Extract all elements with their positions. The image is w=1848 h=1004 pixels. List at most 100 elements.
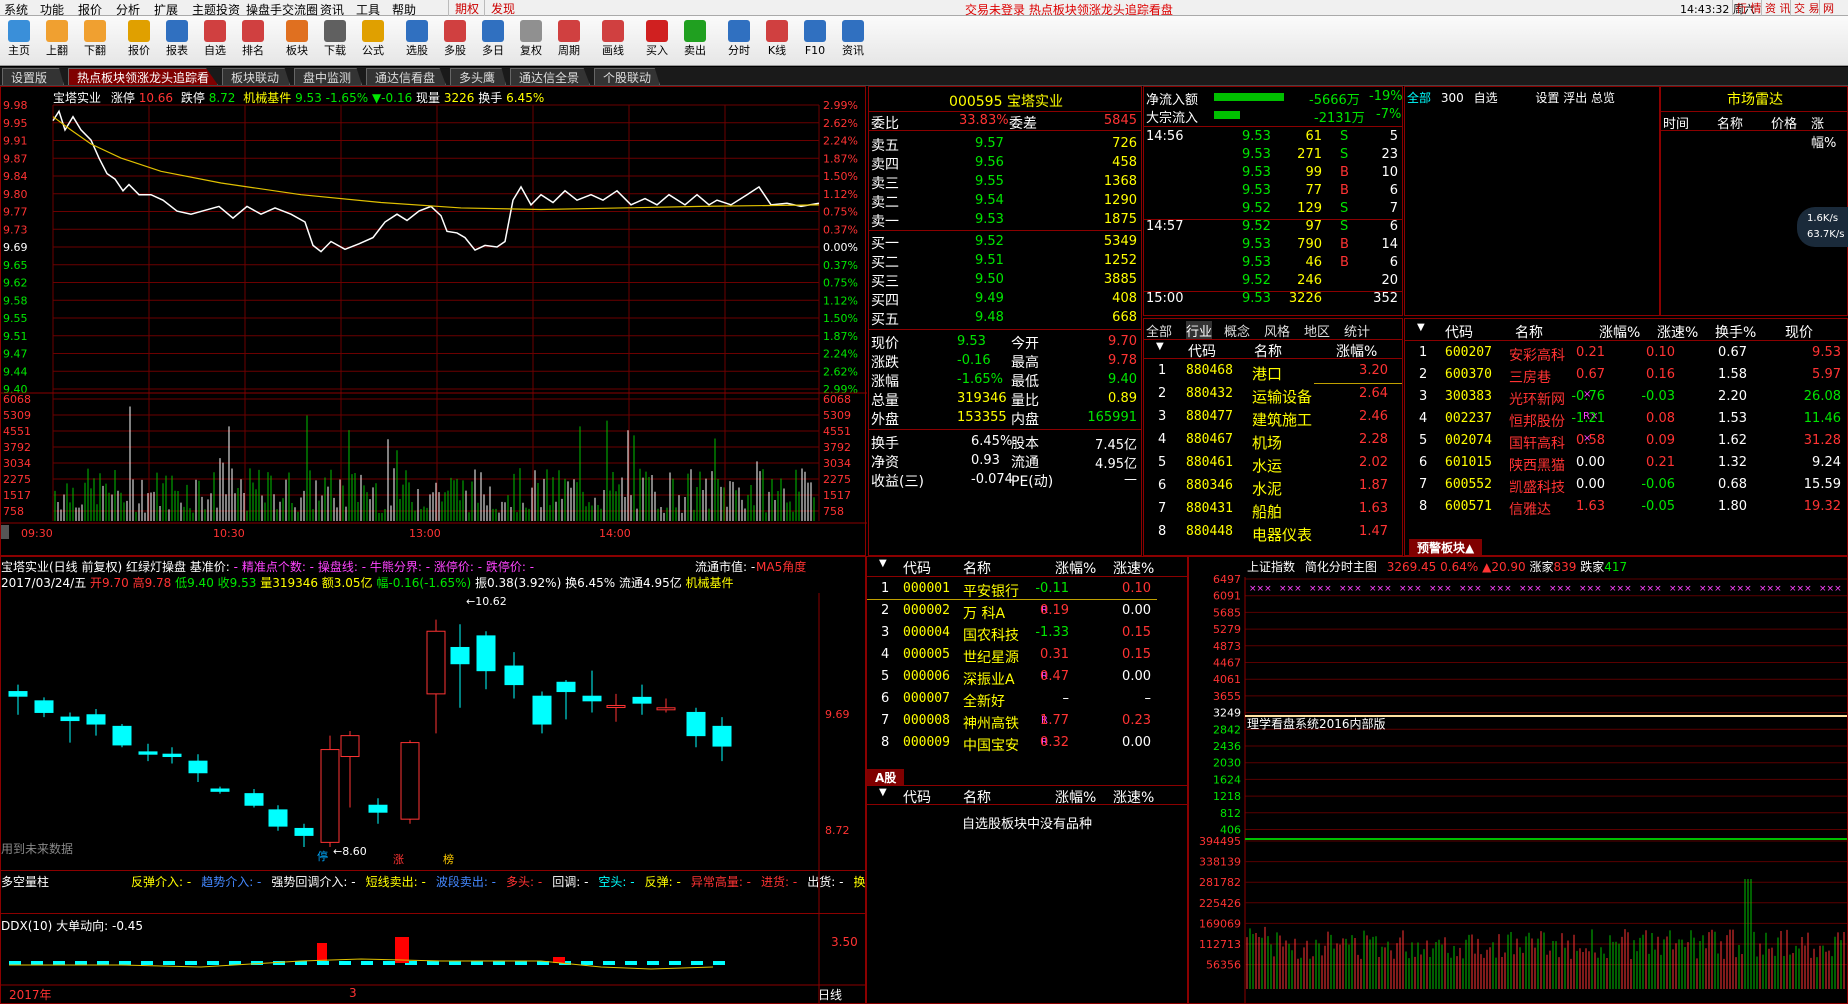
- sector-row[interactable]: 3 880477 建筑施工 2.46: [1144, 409, 1402, 429]
- toolbar-button-4[interactable]: 报表: [158, 18, 196, 64]
- index-chart[interactable]: 6497 6091 5685 5279 4873 4467 4061 3655 3249 2842…: [1189, 557, 1848, 1004]
- ask-row[interactable]: 卖五 9.57 726: [871, 135, 1139, 154]
- toolbar-button-20[interactable]: F10: [796, 18, 834, 64]
- toolbar-button-6[interactable]: 排名: [234, 18, 272, 64]
- sector-tab-4[interactable]: 地区: [1304, 321, 1330, 340]
- toolbar-button-1[interactable]: 上翻: [38, 18, 76, 64]
- mid-col-0[interactable]: 代码: [903, 558, 931, 578]
- sector-row[interactable]: 7 880431 船舶 1.63: [1144, 501, 1402, 521]
- toolbar-button-15[interactable]: 画线: [594, 18, 632, 64]
- leader-row[interactable]: 8 600571 信雅达 1.63 -0.05 1.80 19.32: [1405, 499, 1847, 518]
- mid-col-3[interactable]: 涨速%: [1113, 787, 1154, 807]
- watch-tab-300[interactable]: 300: [1441, 91, 1464, 105]
- toolbar-button-7[interactable]: 板块: [278, 18, 316, 64]
- toolbar-button-10[interactable]: 选股: [398, 18, 436, 64]
- layout-tab-2[interactable]: 板块联动: [222, 68, 290, 85]
- toolbar-button-18[interactable]: 分时: [720, 18, 758, 64]
- layout-tab-4[interactable]: 通达信看盘: [366, 68, 446, 85]
- dropdown-icon[interactable]: ▼: [1156, 341, 1164, 352]
- toolbar-button-12[interactable]: 多日: [474, 18, 512, 64]
- toolbar-button-0[interactable]: 主页: [0, 18, 38, 64]
- warn-tab[interactable]: 预警板块▲: [1409, 539, 1483, 555]
- toolbar-button-2[interactable]: 下翻: [76, 18, 114, 64]
- stock-row[interactable]: 8 000009 中国宝安 R 0.32 0.00: [867, 735, 1187, 754]
- toolbar-button-14[interactable]: 周期: [550, 18, 588, 64]
- sector-row[interactable]: 4 880467 机场 2.28: [1144, 432, 1402, 452]
- leader-row[interactable]: 5 002074 国轩高科 × 0.58 0.09 1.62 31.28: [1405, 433, 1847, 452]
- bid-row[interactable]: 买二 9.51 1252: [871, 252, 1139, 271]
- stock-row[interactable]: 5 000006 深振业A R 0.47 0.00: [867, 669, 1187, 688]
- a-share-tab[interactable]: A股: [867, 769, 905, 785]
- toolbar-button-9[interactable]: 公式: [354, 18, 392, 64]
- toolbar-button-5[interactable]: 自选: [196, 18, 234, 64]
- layout-tab-0[interactable]: 设置版面: [2, 68, 64, 85]
- sector-row[interactable]: 6 880346 水泥 1.87: [1144, 478, 1402, 498]
- toolbar-button-3[interactable]: 报价: [120, 18, 158, 64]
- mid-col-1[interactable]: 名称: [963, 558, 991, 578]
- toolbar-button-19[interactable]: K线: [758, 18, 796, 64]
- mid-col-2[interactable]: 涨幅%: [1055, 787, 1096, 807]
- dropdown-icon[interactable]: ▼: [1417, 322, 1425, 333]
- mid-col-0[interactable]: 代码: [903, 787, 931, 807]
- top-right-button-1[interactable]: 资 讯: [1761, 0, 1794, 16]
- layout-tab-7[interactable]: 个股联动: [594, 68, 660, 85]
- leaders-col-3[interactable]: 涨速%: [1657, 322, 1698, 342]
- dropdown-icon[interactable]: ▼: [879, 787, 887, 798]
- leader-row[interactable]: 1 600207 安彩高科 0.21 0.10 0.67 9.53: [1405, 345, 1847, 364]
- sector-row[interactable]: 5 880461 水运 2.02: [1144, 455, 1402, 475]
- col-pct[interactable]: 涨幅%: [1336, 341, 1377, 361]
- sector-tab-5[interactable]: 统计: [1344, 321, 1370, 340]
- ask-row[interactable]: 卖一 9.53 1875: [871, 211, 1139, 230]
- leaders-col-0[interactable]: 代码: [1445, 322, 1473, 342]
- bid-row[interactable]: 买四 9.49 408: [871, 290, 1139, 309]
- top-right-button-0[interactable]: 行 情: [1732, 0, 1765, 16]
- layout-tab-5[interactable]: 多头鹰: [450, 68, 506, 85]
- stock-row[interactable]: 4 000005 世纪星源 0.31 0.15: [867, 647, 1187, 666]
- watch-tab-favorites[interactable]: 自选: [1474, 91, 1498, 105]
- toolbar-button-21[interactable]: 资讯: [834, 18, 872, 64]
- toolbar-button-11[interactable]: 多股: [436, 18, 474, 64]
- mid-col-1[interactable]: 名称: [963, 787, 991, 807]
- layout-tab-1[interactable]: 热点板块领涨龙头追踪看盘: [68, 68, 218, 85]
- intraday-chart[interactable]: 9.98 2.99% 9.95 2.62% 9.91 2.24% 9.87 1.87% 9.84…: [1, 87, 867, 557]
- leader-row[interactable]: 2 600370 三房巷 0.67 0.16 1.58 5.97: [1405, 367, 1847, 386]
- layout-tab-3[interactable]: 盘中监测: [294, 68, 362, 85]
- ask-row[interactable]: 卖二 9.54 1290: [871, 192, 1139, 211]
- toolbar-button-17[interactable]: 卖出: [676, 18, 714, 64]
- scroll-left-icon[interactable]: [1, 525, 9, 539]
- sector-tab-1[interactable]: 行业: [1186, 321, 1213, 340]
- period-label[interactable]: 日线: [818, 986, 842, 1003]
- stock-row[interactable]: 1 000001 平安银行 -0.11 0.10: [867, 581, 1187, 600]
- leader-row[interactable]: 7 600552 凯盛科技 0.00 -0.06 0.68 15.59: [1405, 477, 1847, 496]
- stock-row[interactable]: 3 000004 国农科技 -1.33 0.15: [867, 625, 1187, 644]
- bid-row[interactable]: 买一 9.52 5349: [871, 233, 1139, 252]
- stock-row[interactable]: 6 000007 全新好 – –: [867, 691, 1187, 710]
- mid-col-2[interactable]: 涨幅%: [1055, 558, 1096, 578]
- bid-row[interactable]: 买三 9.50 3885: [871, 271, 1139, 290]
- toolbar-button-13[interactable]: 复权: [512, 18, 550, 64]
- stock-row[interactable]: 7 000008 神州高铁 R 1.77 0.23: [867, 713, 1187, 732]
- top-right-button-3[interactable]: 网 站: [1819, 0, 1848, 31]
- leaders-col-1[interactable]: 名称: [1515, 322, 1543, 342]
- watch-tab-all[interactable]: 全部: [1407, 91, 1431, 105]
- sector-tab-0[interactable]: 全部: [1146, 321, 1172, 340]
- sector-row[interactable]: 8 880448 电器仪表 1.47: [1144, 524, 1402, 544]
- leaders-col-4[interactable]: 换手%: [1715, 322, 1756, 342]
- sector-row[interactable]: 2 880432 运输设备 2.64: [1144, 386, 1402, 406]
- leader-row[interactable]: 4 002237 恒邦股份 R× -1.21 0.08 1.53 11.46: [1405, 411, 1847, 430]
- sector-tab-3[interactable]: 风格: [1264, 321, 1290, 340]
- sector-row[interactable]: 1 880468 港口 3.20: [1144, 363, 1402, 383]
- bid-row[interactable]: 买五 9.48 668: [871, 309, 1139, 328]
- stock-row[interactable]: 2 000002 万 科A R 0.19 0.00: [867, 603, 1187, 622]
- speed-widget[interactable]: 1.6K/s 63.7K/s: [1797, 207, 1848, 247]
- kline-chart[interactable]: 9.69 8.72 ←10.62 ←8.60 停 涨 榜: [1, 557, 867, 1004]
- menu-tab-0[interactable]: 期权: [448, 0, 485, 16]
- sector-tab-2[interactable]: 概念: [1224, 321, 1250, 340]
- dropdown-icon[interactable]: ▼: [879, 558, 887, 569]
- layout-tab-6[interactable]: 通达信全景: [510, 68, 590, 85]
- leaders-col-5[interactable]: 现价: [1785, 322, 1813, 342]
- leader-row[interactable]: 6 601015 陕西黑猫 0.00 0.21 1.32 9.24: [1405, 455, 1847, 474]
- mid-col-3[interactable]: 涨速%: [1113, 558, 1154, 578]
- leader-row[interactable]: 3 300383 光环新网 × -0.76 -0.03 2.20 26.08: [1405, 389, 1847, 408]
- ask-row[interactable]: 卖三 9.55 1368: [871, 173, 1139, 192]
